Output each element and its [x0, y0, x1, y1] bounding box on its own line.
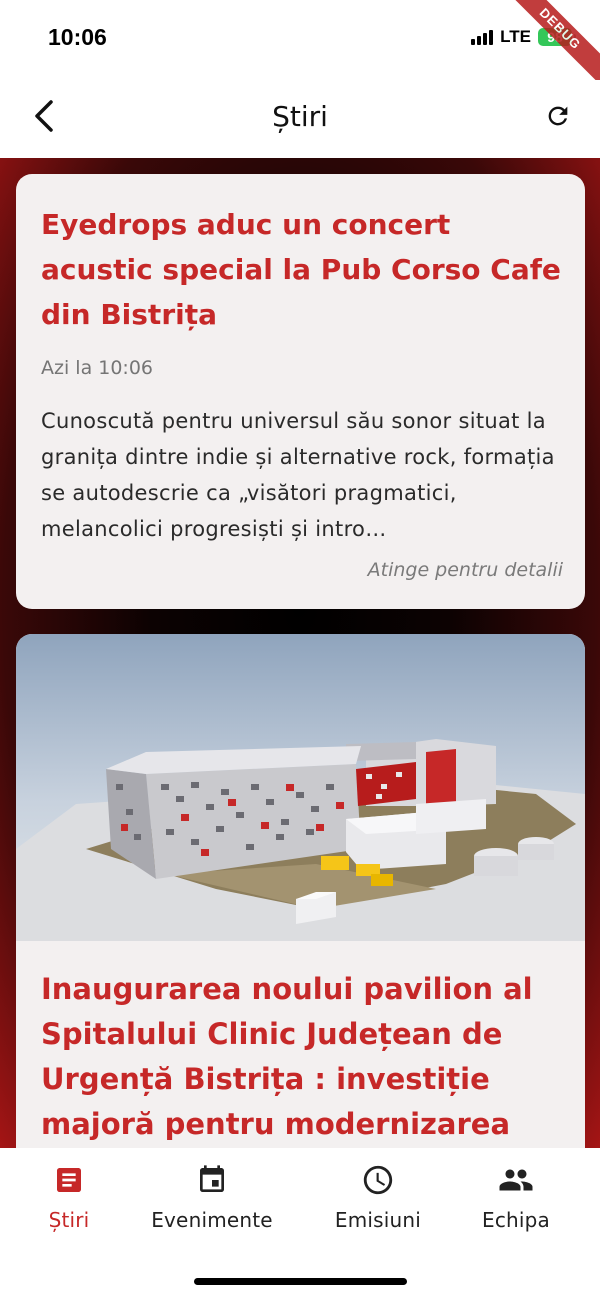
nav-item-echipa[interactable]: Echipa	[441, 1160, 591, 1232]
article-icon	[53, 1160, 85, 1200]
network-label: LTE	[500, 27, 531, 46]
news-list[interactable]: Eyedrops aduc un concert acustic special…	[0, 158, 600, 1148]
details-hint: Atinge pentru detalii	[367, 559, 563, 581]
nav-label: Emisiuni	[334, 1208, 422, 1232]
nav-label: Evenimente	[151, 1208, 273, 1232]
refresh-icon	[548, 106, 568, 126]
home-indicator[interactable]	[194, 1278, 407, 1285]
page-title: Știri	[272, 100, 328, 133]
nav-item-emisiuni[interactable]: Emisiuni	[303, 1160, 453, 1232]
article-excerpt: Cunoscută pentru universul său sonor sit…	[41, 409, 555, 541]
news-card[interactable]: Inaugurarea noului pavilion al Spitalulu…	[16, 634, 585, 1148]
nav-item-evenimente[interactable]: Evenimente	[137, 1160, 287, 1232]
status-indicators: LTE 98	[471, 27, 576, 47]
signal-icon	[471, 29, 494, 45]
article-image	[16, 634, 585, 941]
article-title: Eyedrops aduc un concert acustic special…	[41, 208, 561, 331]
nav-label: Echipa	[481, 1208, 551, 1232]
battery-icon: 98	[538, 28, 576, 46]
status-bar: 10:06 LTE 98 DEBUG	[0, 0, 600, 87]
article-title: Inaugurarea noului pavilion al Spitalulu…	[41, 972, 533, 1141]
calendar-icon	[196, 1160, 228, 1200]
status-time: 10:06	[48, 24, 107, 50]
people-icon	[498, 1160, 534, 1200]
nav-item-stiri[interactable]: Știri	[0, 1160, 144, 1232]
clock-icon	[361, 1160, 395, 1200]
bottom-navigation: Știri Evenimente Emisiuni Echipa	[0, 1148, 600, 1299]
refresh-button[interactable]	[538, 96, 578, 136]
news-card[interactable]: Eyedrops aduc un concert acustic special…	[16, 174, 585, 609]
article-date: Azi la 10:06	[41, 357, 154, 379]
app-bar: Știri	[0, 80, 600, 158]
nav-label: Știri	[48, 1208, 90, 1232]
